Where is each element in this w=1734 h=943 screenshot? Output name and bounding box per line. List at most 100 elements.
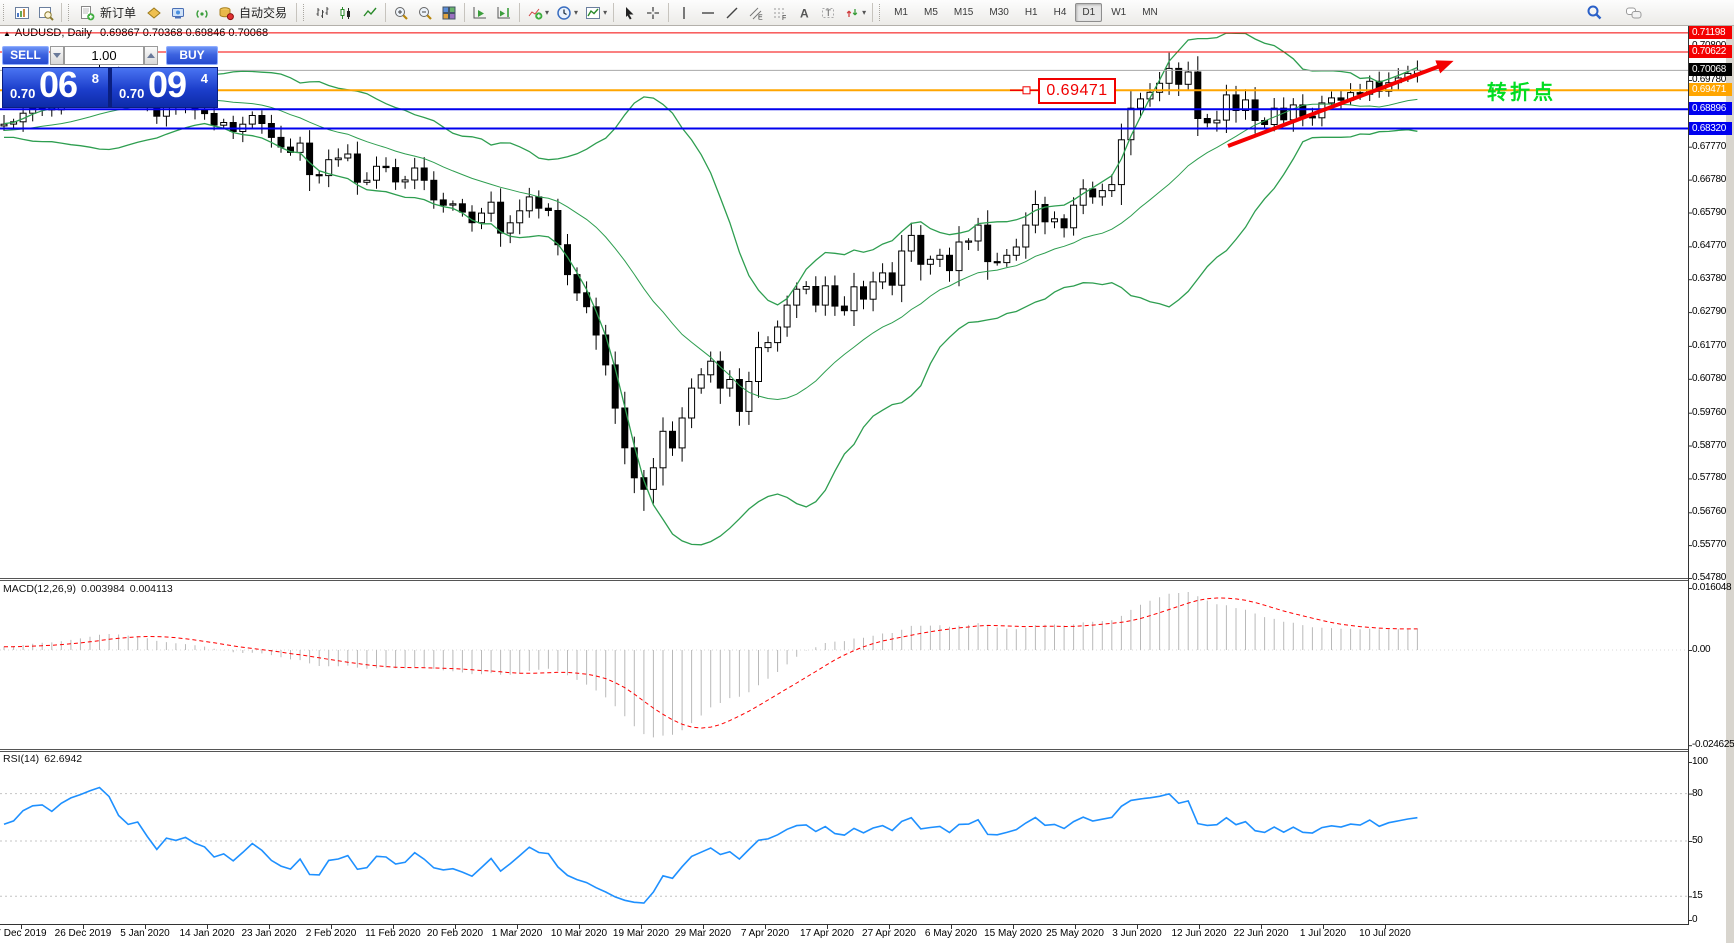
chevron-down-icon[interactable]: ▾: [574, 8, 578, 17]
arrows-icon: [844, 5, 860, 21]
svg-text:T: T: [826, 8, 832, 18]
timeframe-D1[interactable]: D1: [1075, 3, 1102, 22]
zoom-out-button[interactable]: [413, 2, 437, 23]
mt4-terminal: 新订单 自动交易 ▾ ▾ ▾: [0, 0, 1734, 943]
text-label-icon: T: [820, 5, 836, 21]
vertical-line-button[interactable]: [672, 2, 696, 23]
date-tick: 12 Jun 2020: [1171, 928, 1226, 939]
price-tick: 0.56760: [1692, 506, 1734, 517]
chat-button[interactable]: [1622, 2, 1646, 23]
svg-text:A: A: [800, 6, 809, 20]
timeframe-M15[interactable]: M15: [947, 3, 980, 22]
text-label-button[interactable]: T: [816, 2, 840, 23]
chevron-down-icon[interactable]: ▾: [545, 8, 549, 17]
search-button[interactable]: [1582, 2, 1606, 23]
signals-button[interactable]: [190, 2, 214, 23]
volume-increase-button[interactable]: [144, 46, 158, 65]
horizontal-line-button[interactable]: [696, 2, 720, 23]
chart-preview-button[interactable]: [34, 2, 58, 23]
price-level-label: 0.68320: [1689, 122, 1732, 135]
price-level-label: 0.71198: [1689, 26, 1732, 39]
chart-shift-button[interactable]: [492, 2, 516, 23]
cursor-button[interactable]: [617, 2, 641, 23]
charts-list-button[interactable]: [10, 2, 34, 23]
quotes-icon: [146, 5, 162, 21]
tile-windows-button[interactable]: [437, 2, 461, 23]
fibonacci-button[interactable]: F: [768, 2, 792, 23]
candles-chart-button[interactable]: [334, 2, 358, 23]
sell-price-block[interactable]: 0.70 06 8: [3, 68, 108, 107]
toolbar-grip: [3, 4, 7, 21]
buy-button[interactable]: BUY: [166, 46, 218, 65]
buy-price-big: 09: [148, 64, 186, 106]
signals-icon: [194, 5, 210, 21]
cursor-icon: [621, 5, 637, 21]
chevron-down-icon[interactable]: ▾: [603, 8, 607, 17]
virtual-hosting-icon: [170, 5, 186, 21]
date-tick: 19 Mar 2020: [613, 928, 669, 939]
date-tick: 1 Jul 2020: [1300, 928, 1346, 939]
bars-chart-button[interactable]: [310, 2, 334, 23]
price-tick: 0.62790: [1692, 306, 1734, 317]
trendline-icon: [724, 5, 740, 21]
timeframe-M1[interactable]: M1: [887, 3, 915, 22]
symbol-period-label: AUDUSD, Daily: [15, 27, 92, 39]
line-chart-button[interactable]: [358, 2, 382, 23]
price-level-label: 0.70068: [1689, 63, 1732, 76]
rsi-tick: 100: [1692, 756, 1734, 767]
vertical-line-icon: [676, 5, 692, 21]
date-tick: 25 May 2020: [1046, 928, 1104, 939]
chevron-down-icon[interactable]: ▾: [862, 8, 866, 17]
sell-price-sup: 8: [92, 71, 99, 86]
volume-input[interactable]: 1.00: [64, 46, 144, 65]
price-level-label: 0.70622: [1689, 45, 1732, 58]
trendline-button[interactable]: [720, 2, 744, 23]
ohlc-values: 0.69867 0.70368 0.69846 0.70068: [100, 27, 268, 39]
timeframe-M5[interactable]: M5: [917, 3, 945, 22]
equidistant-channel-icon: E: [748, 5, 764, 21]
zoom-in-button[interactable]: [389, 2, 413, 23]
new-order-button[interactable]: [75, 2, 99, 23]
new-order-label[interactable]: 新订单: [100, 4, 136, 21]
equidistant-channel-button[interactable]: E: [744, 2, 768, 23]
date-tick: 7 Dec 2019: [0, 928, 47, 939]
timeframe-M30[interactable]: M30: [982, 3, 1015, 22]
collapse-panel-icon[interactable]: ▲: [3, 29, 11, 38]
templates-button[interactable]: [581, 2, 605, 23]
price-tick: 0.67770: [1692, 141, 1734, 152]
arrows-button[interactable]: [840, 2, 864, 23]
buy-price-block[interactable]: 0.70 09 4: [112, 68, 217, 107]
price-tick: 0.63780: [1692, 273, 1734, 284]
line-chart-icon: [362, 5, 378, 21]
window-edge: [1726, 25, 1734, 943]
date-tick: 26 Dec 2019: [55, 928, 112, 939]
periods-button[interactable]: [552, 2, 576, 23]
algo-trading-button[interactable]: [214, 2, 238, 23]
chart-window[interactable]: [0, 25, 1734, 943]
crosshair-button[interactable]: [641, 2, 665, 23]
quotes-button[interactable]: [142, 2, 166, 23]
rsi-tick: 50: [1692, 835, 1734, 846]
volume-decrease-button[interactable]: [50, 46, 64, 65]
price-tick: 0.58770: [1692, 440, 1734, 451]
timeframe-group: M1M5M15M30H1H4D1W1MN: [886, 0, 1166, 25]
tile-windows-icon: [441, 5, 457, 21]
sell-button[interactable]: SELL: [2, 46, 49, 65]
charts-list-icon: [14, 5, 30, 21]
auto-scroll-button[interactable]: [468, 2, 492, 23]
text-button[interactable]: A: [792, 2, 816, 23]
timeframe-H4[interactable]: H4: [1047, 3, 1074, 22]
virtual-hosting-button[interactable]: [166, 2, 190, 23]
price-tick: 0.66780: [1692, 174, 1734, 185]
add-indicator-button[interactable]: [523, 2, 547, 23]
add-indicator-icon: [527, 5, 543, 21]
zoom-in-icon: [393, 5, 409, 21]
timeframe-MN[interactable]: MN: [1135, 3, 1165, 22]
macd-label: MACD(12,26,9)0.0039840.004113: [3, 583, 178, 595]
date-tick: 11 Feb 2020: [365, 928, 420, 939]
timeframe-W1[interactable]: W1: [1104, 3, 1133, 22]
auto-trading-label[interactable]: 自动交易: [239, 4, 287, 21]
price-tick: 0.60780: [1692, 373, 1734, 384]
triangle-down-icon: [53, 53, 61, 58]
timeframe-H1[interactable]: H1: [1018, 3, 1045, 22]
